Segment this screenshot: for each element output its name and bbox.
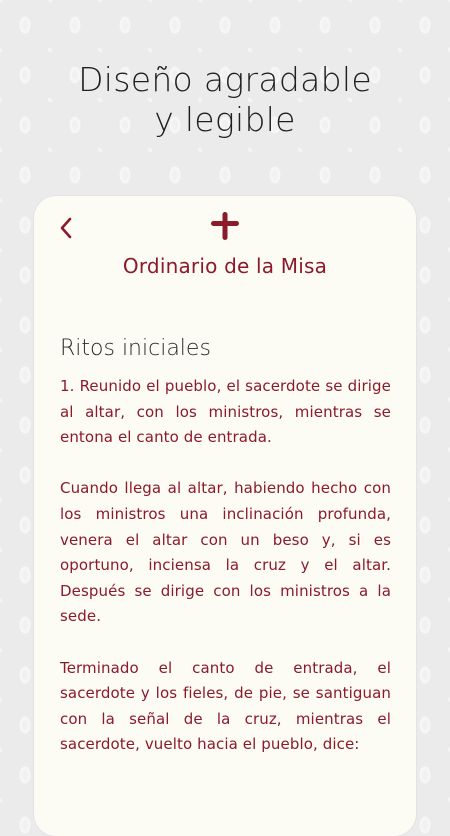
paragraph: Terminado el canto de entrada, el sacerd…: [60, 658, 391, 754]
headline-line-2: y legible: [154, 100, 296, 139]
reading-card: Ordinario de la Misa Ritos iniciales 1. …: [34, 196, 416, 836]
promo-headline: Diseño agradable y legible: [0, 60, 450, 140]
reading-text: 1. Reunido el pueblo, el sacerdote se di…: [60, 374, 391, 784]
paragraph: Cuando llega al altar, habiendo hecho co…: [60, 479, 391, 626]
headline-line-1: Diseño agradable: [78, 60, 372, 99]
paragraph: 1. Reunido el pueblo, el sacerdote se di…: [60, 377, 391, 447]
back-button[interactable]: [52, 214, 80, 242]
cross-icon: [211, 212, 239, 240]
chevron-left-icon: [60, 217, 72, 239]
card-title: Ordinario de la Misa: [122, 254, 328, 278]
section-heading: Ritos iniciales: [60, 336, 211, 361]
